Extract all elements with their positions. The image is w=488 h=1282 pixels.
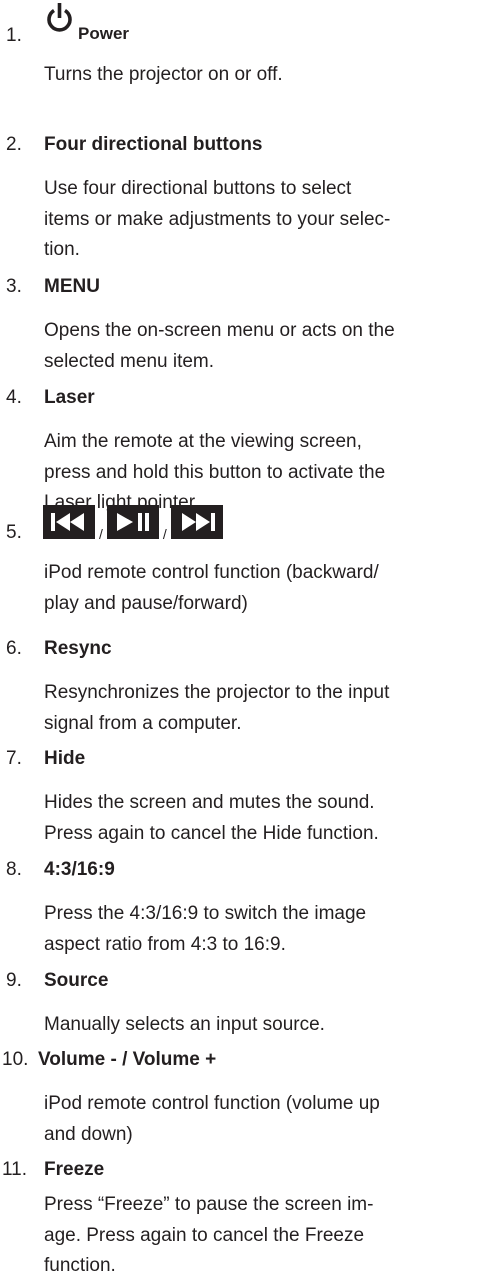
power-icon <box>46 3 73 34</box>
item-description: Press the 4:3/16:9 to switch the image a… <box>44 903 367 955</box>
ipod-transport-icons: / / <box>43 505 223 542</box>
item-description: iPod remote control function (volume up … <box>44 1093 380 1145</box>
item-description: Turns the projector on or off. <box>44 64 283 85</box>
item-number: 3. <box>6 276 22 297</box>
item-number: 4. <box>6 387 22 408</box>
item-number: 5. <box>6 522 22 543</box>
item-number: 9. <box>6 970 22 991</box>
item-description: Press “Freeze” to pause the screen im- a… <box>44 1194 374 1276</box>
play-pause-icon <box>106 505 159 539</box>
item-title: Hide <box>44 748 86 769</box>
item-description: Opens the on-screen menu or acts on the … <box>44 320 395 372</box>
item-description: Manually selects an input source. <box>44 1014 325 1035</box>
item-number: 2. <box>6 134 22 155</box>
item-title: MENU <box>44 276 100 297</box>
skip-forward-icon <box>170 505 223 539</box>
item-number: 1. <box>6 25 22 46</box>
item-title: Freeze <box>44 1159 105 1180</box>
item-title: Volume - / Volume + <box>38 1049 217 1070</box>
item-title: Power <box>78 24 130 43</box>
item-title: Laser <box>44 387 95 408</box>
item-description: Hides the screen and mutes the sound. Pr… <box>44 792 379 844</box>
item-description: iPod remote control function (backward/ … <box>44 562 379 614</box>
item-title: Four directional buttons <box>44 134 263 155</box>
skip-backward-icon <box>43 505 95 539</box>
item-title: Resync <box>44 638 112 659</box>
item-number: 7. <box>6 748 22 769</box>
item-title: 4:3/16:9 <box>44 859 115 880</box>
item-title: Source <box>44 970 109 991</box>
item-number: 11. <box>2 1159 28 1180</box>
separator: / <box>99 526 103 542</box>
separator: / <box>162 526 167 542</box>
item-number: 10. <box>2 1049 29 1070</box>
item-number: 8. <box>6 859 22 880</box>
item-description: Use four directional buttons to select i… <box>44 178 391 260</box>
item-number: 6. <box>6 638 22 659</box>
item-description: Resynchronizes the projector to the inpu… <box>44 682 390 734</box>
